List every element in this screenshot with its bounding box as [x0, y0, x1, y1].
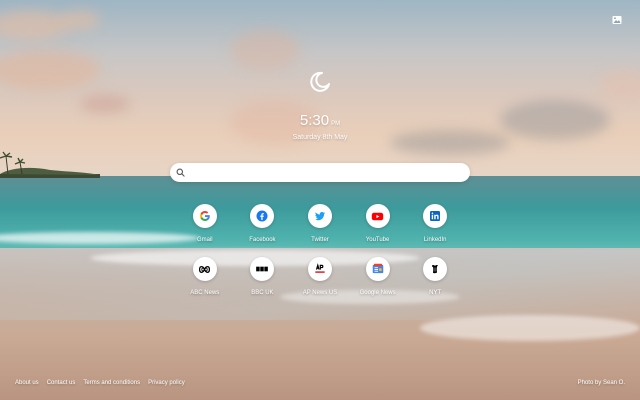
shortcut-abc-news[interactable]: ABC News: [176, 257, 234, 296]
shortcut-bbc-uk[interactable]: BBC UK: [234, 257, 292, 296]
shortcut-label: ABC News: [190, 290, 220, 296]
background-photo-button[interactable]: [610, 13, 624, 27]
bbc-icon: [256, 266, 269, 272]
shortcut-label: Twitter: [311, 237, 329, 243]
shortcut-icon-circle: [250, 204, 275, 228]
abc-news-icon: [199, 265, 211, 273]
image-icon: [612, 16, 622, 24]
footer-link-privacy[interactable]: Privacy policy: [148, 380, 185, 386]
photo-credit[interactable]: Photo by Sean O.: [578, 380, 625, 386]
shortcut-icon-circle: [192, 204, 217, 228]
footer-link-about[interactable]: About us: [15, 380, 39, 386]
footer-links: About us Contact us Terms and conditions…: [15, 380, 185, 386]
facebook-icon: [256, 210, 268, 222]
youtube-icon: [371, 212, 384, 220]
shortcut-icon-circle: [365, 257, 390, 281]
shortcut-facebook[interactable]: Facebook: [234, 204, 292, 243]
shortcut-icon-circle: [307, 204, 332, 228]
clock-ampm: PM: [331, 121, 341, 127]
nyt-icon: [432, 264, 439, 274]
search-input[interactable]: [189, 164, 470, 181]
shortcut-linkedin[interactable]: LinkedIn: [406, 204, 464, 243]
shortcut-icon-circle: [250, 257, 275, 281]
google-news-icon: [372, 263, 383, 274]
moon-icon: [310, 71, 330, 92]
footer-link-terms[interactable]: Terms and conditions: [83, 380, 140, 386]
shortcut-google-news[interactable]: Google News: [349, 257, 407, 296]
shortcut-gmail[interactable]: Gmail: [176, 204, 234, 243]
shortcut-icon-circle: [365, 204, 390, 228]
palm-island: [0, 151, 100, 178]
shortcut-label: Google News: [359, 290, 396, 296]
background-photo: [0, 0, 640, 400]
shortcut-label: LinkedIn: [423, 237, 447, 243]
moon-logo: [308, 70, 332, 94]
twitter-icon: [315, 211, 326, 221]
shortcut-label: Facebook: [249, 237, 276, 243]
shortcut-label: BBC UK: [251, 290, 274, 296]
shortcut-label: Gmail: [196, 237, 213, 243]
shortcut-nyt[interactable]: NYT: [406, 257, 464, 296]
search-bar[interactable]: [170, 163, 470, 182]
shortcut-icon-circle: [423, 257, 448, 281]
google-icon: [199, 211, 210, 221]
ap-news-icon: [315, 263, 325, 273]
shortcut-ap-news-us[interactable]: AP News US: [291, 257, 349, 296]
footer-link-contact[interactable]: Contact us: [47, 380, 76, 386]
linkedin-icon: [430, 211, 441, 221]
clock: 5:30 PM: [0, 112, 640, 129]
clock-date: Saturday 8th May: [292, 134, 348, 141]
clock-time: 5:30: [299, 112, 330, 129]
shortcut-label: YouTube: [365, 237, 390, 243]
shortcut-icon-circle: [192, 257, 217, 281]
shortcut-label: AP News US: [302, 290, 338, 296]
shortcut-icon-circle: [307, 257, 332, 281]
shortcut-twitter[interactable]: Twitter: [291, 204, 349, 243]
search-icon: [176, 168, 185, 177]
shortcuts-grid: Gmail Facebook Twitter YouTube LinkedIn …: [176, 204, 464, 296]
shortcut-youtube[interactable]: YouTube: [349, 204, 407, 243]
shortcut-label: NYT: [429, 290, 442, 296]
shortcut-icon-circle: [423, 204, 448, 228]
